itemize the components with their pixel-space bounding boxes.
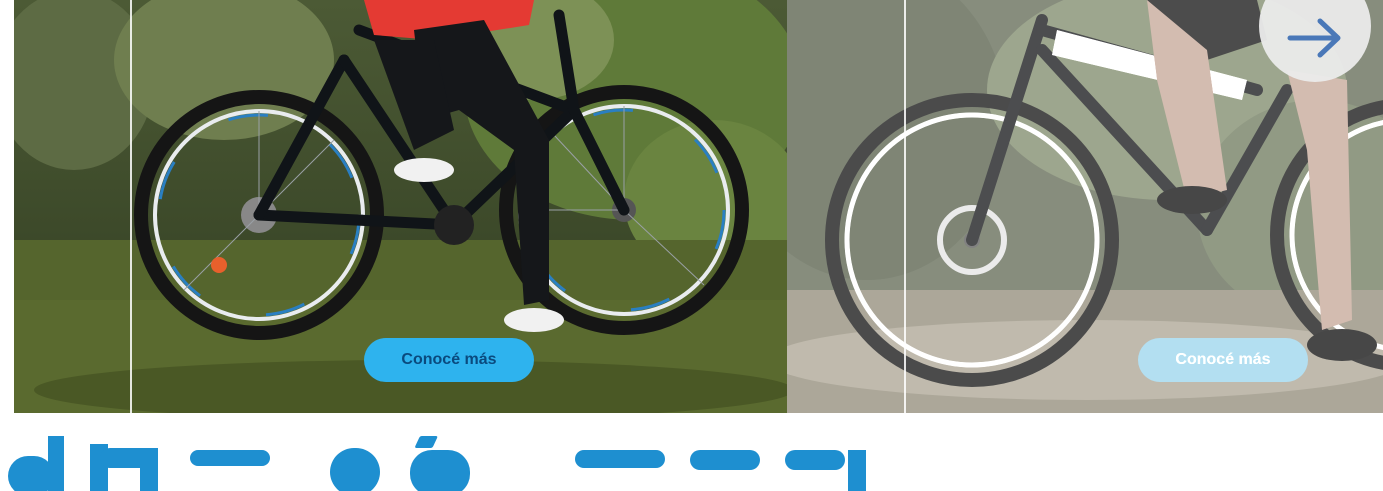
arrow-right-icon <box>1287 18 1341 58</box>
slide-divider <box>904 0 906 413</box>
slide-right-cta-button[interactable]: Conocé más <box>1138 338 1308 382</box>
headline-partial-glyphs <box>8 436 866 491</box>
section-headline <box>0 436 1383 491</box>
slide-left-cta-button[interactable]: Conocé más <box>364 338 534 382</box>
product-carousel: Conocé más Conocé más <box>14 0 1383 413</box>
slide-divider <box>130 0 132 413</box>
